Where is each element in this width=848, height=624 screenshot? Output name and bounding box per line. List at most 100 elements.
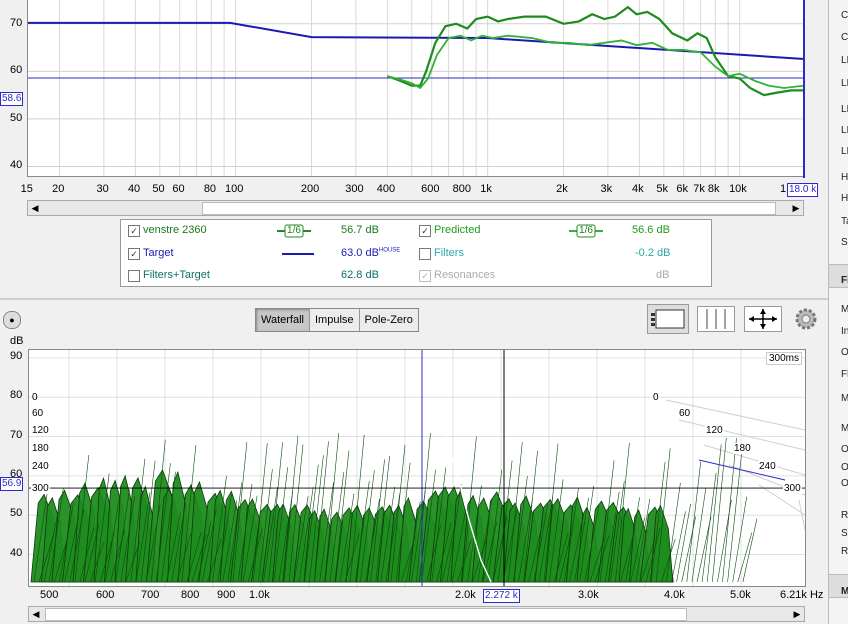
wf-y-tick: 40 <box>10 546 23 559</box>
predicted-label: Predicted <box>434 224 481 236</box>
right-panel-label: M <box>841 304 848 315</box>
bottom-scroll-thumb[interactable] <box>45 608 687 621</box>
wf-time-tick-right: 120 <box>705 425 724 436</box>
resonances-value: dB <box>656 269 670 281</box>
target-label: Target <box>143 247 174 259</box>
wf-time-tick-left: 120 <box>31 425 50 436</box>
bottom-scroll-left-icon[interactable]: ◀ <box>29 607 43 621</box>
top-x-tick: 400 <box>376 183 396 195</box>
right-panel-label: S <box>841 237 848 248</box>
wf-x-tick: 5.0k <box>730 589 751 601</box>
panel-options-icon[interactable]: ● <box>3 311 21 329</box>
wf-time-tick-right: 0 <box>652 392 660 403</box>
waterfall-plot[interactable] <box>28 349 806 587</box>
spl-plot[interactable] <box>27 0 805 177</box>
top-x-tick: 15 <box>20 183 33 195</box>
waterfall-texture <box>732 496 747 583</box>
waterfall-texture <box>727 453 742 583</box>
right-panel-label: C <box>841 32 848 43</box>
measured-curve <box>386 5 804 97</box>
waterfall-y-marker: 56.9 <box>0 477 24 491</box>
waterfall-texture <box>676 503 691 583</box>
wf-x-tick: 4.0k <box>664 589 685 601</box>
fit-axes-icon[interactable] <box>744 306 782 332</box>
right-panel-label: LI <box>841 78 848 89</box>
settings-gear-icon[interactable] <box>794 307 818 331</box>
layout-columns-icon[interactable] <box>697 306 735 332</box>
predicted-value: 56.6 dB <box>632 224 670 236</box>
bottom-scrollbar[interactable]: ◀ ▶ <box>28 606 805 622</box>
predicted-smoothing[interactable]: 1/6 <box>569 224 603 238</box>
waterfall-texture <box>686 461 702 583</box>
wf-x-tick: 600 <box>96 589 115 601</box>
top-x-tick: 3k <box>600 183 613 195</box>
right-panel-label: H <box>841 193 848 204</box>
right-panel-label: Fi <box>841 275 848 286</box>
tab-waterfall[interactable]: Waterfall <box>256 309 310 331</box>
right-panel-label: R <box>841 546 848 557</box>
top-x-tick: 80 <box>203 183 217 195</box>
right-panel-label: H <box>841 172 848 183</box>
bottom-scroll-right-icon[interactable]: ▶ <box>790 607 804 621</box>
target-line-swatch <box>282 253 314 255</box>
filters-target-label: Filters+Target <box>143 269 210 281</box>
filters-value: -0.2 dB <box>635 247 671 259</box>
top-x-tick: 30 <box>96 183 109 195</box>
waterfall-texture <box>742 518 758 583</box>
top-scrollbar[interactable]: ◀ ▶ <box>27 200 804 216</box>
top-x-marker: 18.0 k <box>787 183 819 197</box>
spl-plot-svg <box>28 0 804 176</box>
venstre-value: 56.7 dB <box>341 224 379 236</box>
graph-type-tabs: Waterfall Impulse Pole-Zero <box>255 308 419 332</box>
waterfall-x-cursor[interactable]: 2.272 k <box>483 589 520 603</box>
wf-x-tick: 500 <box>40 589 59 601</box>
waterfall-time-label: 300ms <box>766 352 803 365</box>
top-x-tick: 300 <box>345 183 364 195</box>
right-panel-label: LI <box>841 55 848 66</box>
top-y-tick: 50 <box>10 111 23 124</box>
top-x-tick: 60 <box>172 183 185 195</box>
filters-checkbox[interactable] <box>419 248 431 260</box>
wf-time-tick-left: 60 <box>31 408 45 419</box>
top-x-tick: 600 <box>421 183 440 195</box>
pane-divider[interactable] <box>0 298 828 300</box>
waterfall-texture <box>722 437 737 583</box>
target-value: 63.0 dBHOUSE <box>341 247 401 259</box>
wf-x-tick: 3.0k <box>578 589 599 601</box>
top-x-tick: 40 <box>127 183 141 195</box>
right-panel-label: M <box>841 423 848 434</box>
right-panel-label: M <box>841 393 848 404</box>
top-scroll-thumb[interactable] <box>202 202 776 215</box>
wf-x-tick: 700 <box>141 589 160 601</box>
target-checkbox[interactable]: ✓ <box>128 248 140 260</box>
scroll-right-icon[interactable]: ▶ <box>789 201 803 215</box>
tab-pole-zero[interactable]: Pole-Zero <box>360 309 418 331</box>
top-x-tick: 7k <box>693 183 705 195</box>
scroll-left-icon[interactable]: ◀ <box>28 201 42 215</box>
predicted-checkbox[interactable]: ✓ <box>419 225 431 237</box>
wf-y-tick: 70 <box>10 428 23 441</box>
tab-impulse[interactable]: Impulse <box>310 309 360 331</box>
top-y-tick: 60 <box>10 64 23 77</box>
top-y-tick: 40 <box>10 159 23 172</box>
filters-target-checkbox[interactable] <box>128 270 140 282</box>
layout-single-icon[interactable] <box>647 304 689 334</box>
top-x-tick: 100 <box>225 183 244 195</box>
top-x-tick: 50 <box>152 183 165 195</box>
resonances-checkbox[interactable]: ✓ <box>419 270 431 282</box>
top-x-tick: 20 <box>52 183 65 195</box>
right-panel-label: O <box>841 478 848 489</box>
top-x-tick: 800 <box>452 183 471 195</box>
venstre-smoothing[interactable]: 1/6 <box>277 224 311 238</box>
right-panel-label: O <box>841 462 848 473</box>
waterfall-unit-label: dB <box>10 335 24 347</box>
wf-x-tick: 2.0k <box>455 589 476 601</box>
right-panel-label: C <box>841 10 848 21</box>
top-x-tick: 6k <box>676 183 688 195</box>
right-panel-label: In <box>841 326 848 337</box>
top-x-tick: 10k <box>729 183 747 195</box>
wf-y-tick: 50 <box>10 507 23 520</box>
right-panel-label: O <box>841 444 848 455</box>
venstre-checkbox[interactable]: ✓ <box>128 225 140 237</box>
right-side-panel: CCLILILILILIHHTaSFiMInOFlMMOOORSRM <box>828 0 848 624</box>
